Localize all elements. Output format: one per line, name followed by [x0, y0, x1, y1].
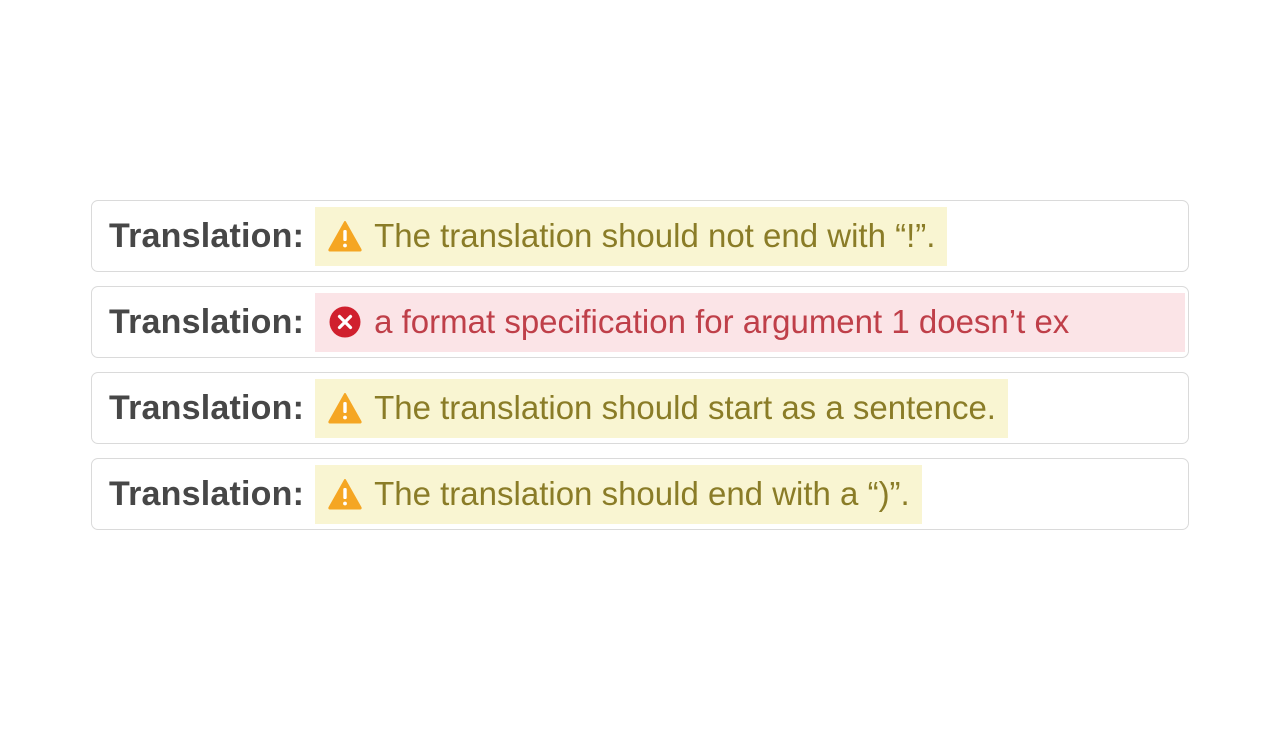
error-text: a format specification for argument 1 do…: [374, 303, 1070, 340]
warning-triangle-icon: [328, 219, 362, 253]
translation-check-row: Translation: The translation should star…: [91, 372, 1189, 444]
translation-check-row: Translation: The translation should not …: [91, 200, 1189, 272]
warning-message: The translation should not end with “!”.: [315, 206, 948, 266]
warning-message: The translation should end with a “)”.: [315, 464, 922, 524]
warning-message: The translation should start as a senten…: [315, 378, 1008, 438]
translation-label: Translation:: [109, 302, 305, 341]
warning-text: The translation should end with a “)”.: [374, 475, 910, 512]
warning-triangle-icon: [328, 477, 362, 511]
translation-label: Translation:: [109, 388, 305, 427]
translation-check-row: Translation: a format specification for …: [91, 286, 1189, 358]
translation-check-row: Translation: The translation should end …: [91, 458, 1189, 530]
warning-text: The translation should not end with “!”.: [374, 217, 936, 254]
warning-triangle-icon: [328, 391, 362, 425]
translation-label: Translation:: [109, 474, 305, 513]
translation-label: Translation:: [109, 216, 305, 255]
warning-text: The translation should start as a senten…: [374, 389, 996, 426]
translation-check-list: Translation: The translation should not …: [91, 200, 1189, 530]
error-circle-icon: [328, 305, 362, 339]
error-message: a format specification for argument 1 do…: [315, 292, 1185, 352]
